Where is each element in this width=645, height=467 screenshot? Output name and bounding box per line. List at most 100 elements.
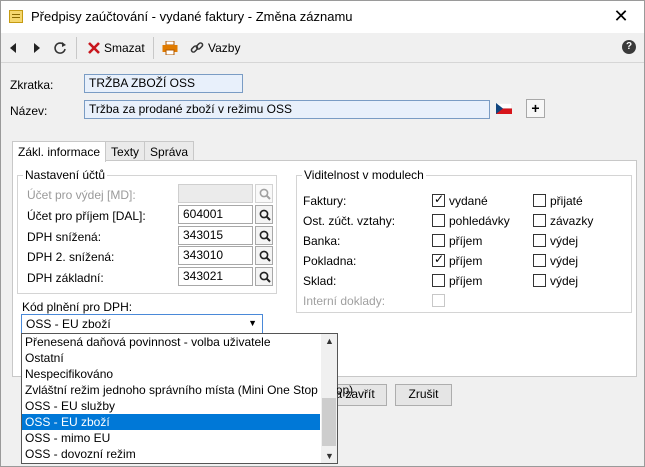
delete-button[interactable]: Smazat — [88, 39, 145, 57]
account-search-button[interactable] — [255, 226, 273, 245]
search-icon — [259, 209, 271, 221]
refresh-icon — [54, 42, 66, 54]
tab-texts[interactable]: Texty — [105, 141, 146, 161]
scrollbar-thumb[interactable] — [322, 398, 336, 446]
search-icon — [259, 230, 271, 242]
vat-code-selected: OSS - EU zboží — [26, 317, 111, 331]
triangle-right-icon — [34, 43, 40, 53]
account-search-button — [255, 184, 273, 203]
delete-label: Smazat — [104, 41, 145, 55]
toolbar-separator — [153, 37, 154, 59]
zkratka-field[interactable]: TRŽBA ZBOŽÍ OSS — [84, 74, 243, 93]
account-field[interactable]: 604001 — [178, 205, 253, 224]
tab-strip: Zákl. informace Texty Správa — [12, 141, 195, 162]
help-icon[interactable]: ? — [622, 40, 636, 54]
checkbox-label: příjem — [449, 254, 483, 268]
dropdown-option-selected[interactable]: OSS - EU zboží — [22, 414, 320, 430]
dropdown-option[interactable]: Přenesená daňová povinnost - volba uživa… — [22, 334, 320, 350]
toolbar: Smazat Vazby ? — [1, 33, 644, 63]
vat-code-select[interactable]: OSS - EU zboží ▼ — [21, 314, 263, 334]
checkbox-faktury-vydane[interactable]: ✓ — [432, 192, 445, 207]
account-field[interactable]: 343015 — [178, 226, 253, 245]
printer-icon — [162, 41, 178, 55]
tab-administration[interactable]: Správa — [144, 141, 195, 161]
toolbar-separator — [76, 37, 77, 59]
visibility-row-label: Sklad: — [303, 274, 337, 288]
cancel-button[interactable]: Zrušit — [395, 384, 452, 406]
refresh-button[interactable] — [53, 39, 67, 57]
visibility-group-title: Viditelnost v modulech — [302, 168, 426, 182]
visibility-row-label: Pokladna: — [303, 254, 357, 268]
checkbox-label: pohledávky — [449, 214, 510, 228]
dropdown-scrollbar[interactable]: ▲ ▼ — [321, 334, 337, 463]
scroll-down-icon[interactable]: ▼ — [325, 451, 334, 461]
checkbox-banka-vydej[interactable] — [533, 234, 546, 247]
checkbox-faktury-prijate[interactable] — [533, 194, 546, 207]
checkbox-label: závazky — [550, 214, 594, 228]
dropdown-option[interactable]: Ostatní — [22, 350, 320, 366]
dropdown-option[interactable]: Nespecifikováno — [22, 366, 320, 382]
checkbox-banka-prijem[interactable] — [432, 234, 445, 247]
links-label: Vazby — [208, 41, 241, 55]
dropdown-option[interactable]: OSS - mimo EU — [22, 430, 320, 446]
nazev-label: Název: — [10, 104, 48, 118]
scroll-up-icon[interactable]: ▲ — [325, 336, 334, 346]
search-icon — [259, 271, 271, 283]
add-translation-button[interactable]: + — [526, 99, 545, 118]
nazev-field[interactable]: Tržba za prodané zboží v režimu OSS — [84, 100, 490, 119]
checkbox-ost-pohledavky[interactable] — [432, 214, 445, 227]
delete-x-icon — [88, 42, 100, 54]
account-search-button[interactable] — [255, 267, 273, 286]
links-button[interactable]: Vazby — [190, 39, 240, 57]
chain-link-icon — [190, 42, 204, 53]
accounts-group-title: Nastavení účtů — [23, 168, 108, 182]
checkbox-sklad-vydej[interactable] — [533, 274, 546, 287]
checkbox-label: přijaté — [550, 194, 583, 208]
dropdown-option[interactable]: Zvláštní režim jednoho správního místa (… — [22, 382, 353, 398]
checkbox-sklad-prijem[interactable] — [432, 274, 445, 287]
tab-basic-info[interactable]: Zákl. informace — [12, 141, 107, 162]
title-bar: Předpisy zaúčtování - vydané faktury - Z… — [1, 1, 644, 33]
visibility-row-label: Faktury: — [303, 194, 347, 208]
search-icon — [259, 188, 271, 200]
account-label: Účet pro výdej [MD]: — [27, 188, 136, 202]
account-search-button[interactable] — [255, 246, 273, 265]
checkbox-ost-zavazky[interactable] — [533, 214, 546, 227]
checkbox-label: výdej — [550, 254, 579, 268]
dialog-window: Předpisy zaúčtování - vydané faktury - Z… — [0, 0, 645, 467]
account-label: DPH snížená: — [27, 230, 102, 244]
visibility-row-label: Ost. zúčt. vztahy: — [303, 214, 396, 228]
account-label: Účet pro příjem [DAL]: — [27, 209, 146, 223]
account-search-button[interactable] — [255, 205, 273, 224]
print-button[interactable] — [162, 39, 178, 57]
checkbox-label: příjem — [449, 234, 483, 248]
dropdown-option[interactable]: OSS - EU služby — [22, 398, 320, 414]
triangle-left-icon — [10, 43, 16, 53]
checkbox-label: výdej — [550, 274, 579, 288]
vat-code-dropdown-list: Přenesená daňová povinnost - volba uživa… — [21, 333, 353, 464]
checkbox-label: výdej — [550, 234, 579, 248]
checkbox-pokladna-vydej[interactable] — [533, 254, 546, 267]
search-icon — [259, 250, 271, 262]
window-title: Předpisy zaúčtování - vydané faktury - Z… — [31, 9, 353, 24]
account-label: DPH 2. snížená: — [27, 250, 115, 264]
dropdown-option[interactable]: OSS - dovozní režim — [22, 446, 320, 462]
checkbox-label: vydané — [449, 194, 488, 208]
czech-flag-icon[interactable] — [496, 103, 512, 114]
chevron-down-icon: ▼ — [248, 318, 257, 328]
account-label: DPH základní: — [27, 271, 104, 285]
checkbox-internal-docs — [432, 294, 445, 307]
internal-docs-label: Interní doklady: — [303, 294, 386, 308]
account-field — [178, 184, 253, 203]
checkbox-pokladna-prijem[interactable]: ✓ — [432, 252, 445, 267]
zkratka-label: Zkratka: — [10, 78, 54, 92]
app-icon — [9, 10, 23, 23]
account-field[interactable]: 343021 — [178, 267, 253, 286]
close-button[interactable]: ✕ — [610, 5, 632, 27]
account-field[interactable]: 343010 — [178, 246, 253, 265]
next-button[interactable] — [33, 39, 41, 57]
visibility-row-label: Banka: — [303, 234, 341, 248]
checkbox-label: příjem — [449, 274, 483, 288]
prev-button[interactable] — [9, 39, 17, 57]
vat-code-label: Kód plnění pro DPH: — [22, 300, 133, 314]
